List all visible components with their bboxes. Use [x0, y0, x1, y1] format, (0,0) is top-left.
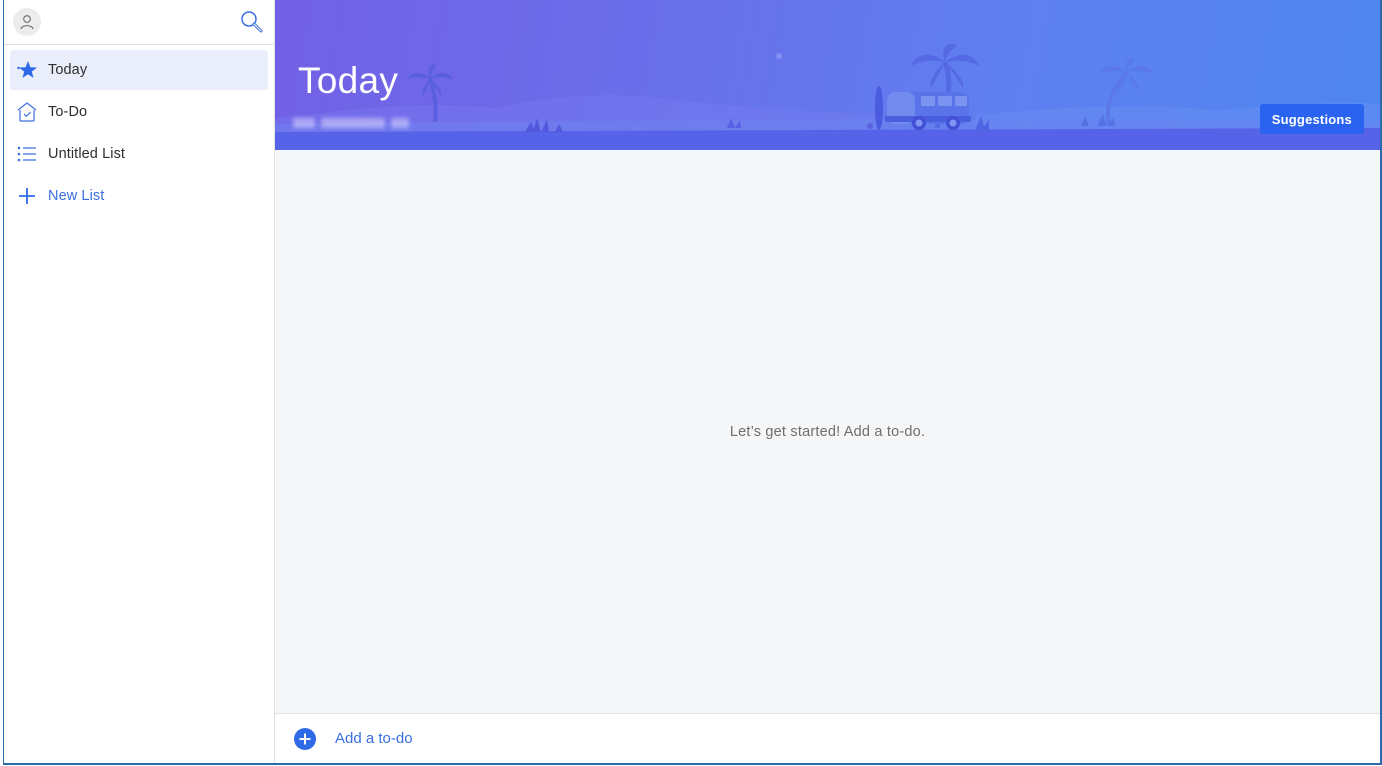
sidebar-item-today[interactable]: Today [10, 50, 268, 90]
sidebar-item-label: Today [48, 62, 88, 78]
home-check-icon [16, 101, 38, 123]
suggestions-button[interactable]: Suggestions [1259, 104, 1364, 134]
new-list-button[interactable]: New List [10, 176, 268, 216]
sidebar-item-label: Untitled List [48, 146, 126, 162]
plus-icon [16, 185, 38, 207]
add-circle-icon[interactable] [294, 727, 316, 750]
sidebar-item-untitled-list[interactable]: Untitled List [10, 134, 268, 174]
main-pane: Today Suggestions Let’s get started! Add… [275, 0, 1380, 763]
sidebar-header [4, 0, 274, 45]
user-icon [20, 15, 34, 30]
new-list-label: New List [48, 188, 105, 204]
add-todo-placeholder: Add a to-do [335, 730, 413, 747]
date-subtitle-redacted [293, 114, 428, 132]
empty-state-message: Let’s get started! Add a to-do. [729, 424, 926, 440]
search-button[interactable] [239, 9, 265, 35]
sidebar-item-todo[interactable]: To-Do [10, 92, 268, 132]
list-header: Today Suggestions [275, 0, 1380, 150]
add-todo-input[interactable]: Add a to-do [275, 713, 1380, 763]
beach-illustration [275, 43, 1380, 150]
account-avatar-button[interactable] [13, 8, 41, 36]
page-title: Today [298, 60, 399, 101]
sidebar-item-label: To-Do [48, 104, 88, 120]
list-icon [16, 143, 38, 165]
sidebar: Today To-Do Untitled List New List [4, 0, 275, 763]
app-window: Today To-Do Untitled List New List Today… [3, 0, 1382, 765]
sidebar-nav: Today To-Do Untitled List New List [4, 45, 274, 216]
star-icon [16, 59, 38, 81]
search-icon [241, 11, 263, 33]
